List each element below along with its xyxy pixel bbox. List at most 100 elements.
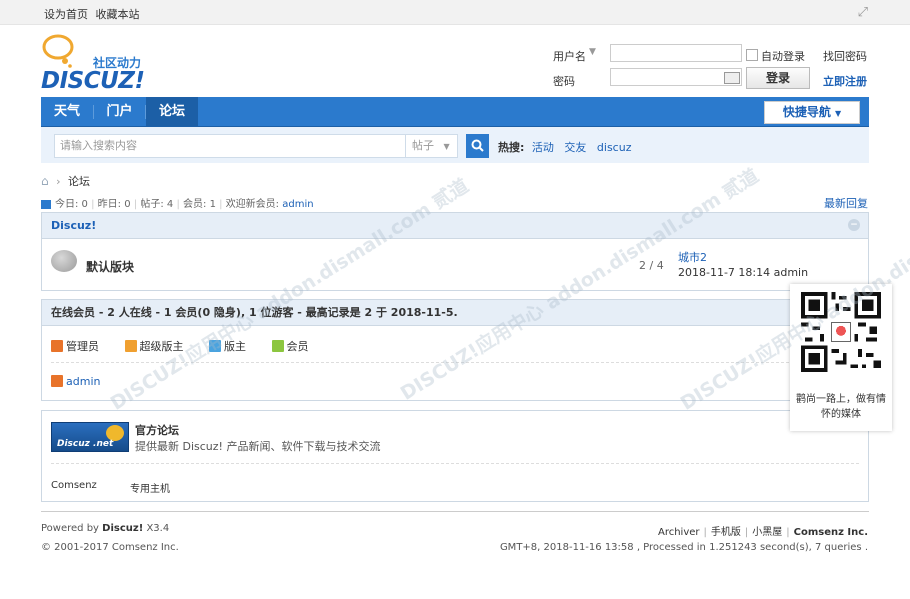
top-links: 设为首页 收藏本站 xyxy=(44,6,140,22)
nav-portal[interactable]: 门户 xyxy=(94,97,145,126)
hot-search: 热搜: 活动 交友 discuz xyxy=(498,139,638,155)
mobile-link[interactable]: 手机版 xyxy=(711,527,741,538)
forum-group: Discuz! − 默认版块 2 / 4 城市2 2018-11-7 18:14… xyxy=(41,212,869,291)
search-type-label: 帖子 xyxy=(412,139,434,152)
moderator-user-icon xyxy=(209,340,221,352)
online-summary: 在线会员 - 2 人在线 - 1 会员(0 隐身), 1 位游客 - 最高记录是… xyxy=(51,306,458,319)
breadcrumb-current[interactable]: 论坛 xyxy=(68,175,90,188)
online-header: 在线会员 - 2 人在线 - 1 会员(0 隐身), 1 位游客 - 最高记录是… xyxy=(42,300,868,326)
discuz-net-logo-text: Discuz .net xyxy=(57,439,114,449)
favorite-link[interactable]: 收藏本站 xyxy=(96,8,140,21)
partner-link-comsenz[interactable]: Comsenz xyxy=(51,480,97,491)
keyboard-icon[interactable] xyxy=(724,72,740,84)
last-post: 城市2 2018-11-7 18:14 admin xyxy=(678,250,808,280)
search-icon xyxy=(471,139,484,152)
forum-group-title[interactable]: Discuz! xyxy=(51,219,96,232)
super-moderator-user-icon xyxy=(124,340,137,352)
breadcrumb: ⌂ › 论坛 xyxy=(41,173,90,189)
footer-powered: Powered by Discuz! X3.4 xyxy=(41,523,169,534)
archiver-link[interactable]: Archiver xyxy=(658,527,700,538)
search-type-select[interactable]: 帖子 ▼ xyxy=(406,134,458,158)
fullscreen-icon[interactable]: ⤢ xyxy=(858,5,868,20)
search-input[interactable]: 请输入搜索内容 xyxy=(54,134,406,158)
site-logo[interactable]: 社区动力 DISCUZ! xyxy=(41,34,161,94)
auto-login-checkbox[interactable] xyxy=(746,49,758,61)
nav-forum[interactable]: 论坛 xyxy=(146,97,198,126)
forum-stats: 今日: 0 | 昨日: 0 | 帖子: 4 | 会员: 1 | 欢迎新会员: a… xyxy=(41,195,314,210)
qr-code-icon xyxy=(801,292,881,372)
powered-name[interactable]: Discuz! xyxy=(102,523,143,534)
forum-name-link[interactable]: 默认版块 xyxy=(86,258,134,275)
logo-bubble-icon xyxy=(42,34,74,68)
footer-divider xyxy=(41,511,869,512)
stat-members: 会员: 1 xyxy=(183,199,216,210)
divider xyxy=(51,463,859,464)
stat-posts: 帖子: 4 xyxy=(140,199,174,210)
password-input[interactable] xyxy=(610,68,742,86)
blacklist-link[interactable]: 小黑屋 xyxy=(752,527,782,538)
footer-copyright: © 2001-2017 Comsenz Inc. xyxy=(41,542,179,553)
online-members-box: 在线会员 - 2 人在线 - 1 会员(0 隐身), 1 位游客 - 最高记录是… xyxy=(41,299,869,401)
username-dropdown-icon[interactable]: ▼ xyxy=(589,47,596,57)
main-nav: 天气 门户 论坛 快捷导航 ▼ xyxy=(41,97,869,127)
collapse-icon[interactable]: − xyxy=(848,219,860,231)
stat-yesterday: 昨日: 0 xyxy=(97,199,131,210)
powered-prefix: Powered by xyxy=(41,523,99,534)
forum-group-header: Discuz! − xyxy=(42,213,868,239)
legend-label: 会员 xyxy=(286,340,309,353)
hot-word-link[interactable]: discuz xyxy=(597,141,632,154)
last-post-meta: 2018-11-7 18:14 admin xyxy=(678,266,809,279)
last-thread-link[interactable]: 城市2 xyxy=(678,251,707,264)
hot-word-link[interactable]: 活动 xyxy=(532,141,554,154)
stats-chart-icon xyxy=(41,199,51,209)
forum-bubble-icon xyxy=(51,250,77,272)
username-label: 用户名 xyxy=(553,50,586,63)
forum-counts: 2 / 4 xyxy=(639,259,664,272)
set-homepage-link[interactable]: 设为首页 xyxy=(44,8,88,21)
quick-nav-button[interactable]: 快捷导航 ▼ xyxy=(764,101,860,124)
search-bar: 请输入搜索内容 帖子 ▼ 热搜: 活动 交友 discuz xyxy=(41,127,869,163)
company-link[interactable]: Comsenz Inc. xyxy=(794,527,868,538)
login-form: 用户名 ▼ 自动登录 找回密码 密码 登录 立即注册 xyxy=(553,44,873,94)
register-link[interactable]: 立即注册 xyxy=(823,73,867,89)
logo-wordmark: DISCUZ! xyxy=(41,68,145,94)
member-user-icon xyxy=(271,340,284,352)
qr-code-panel[interactable]: 鹳尚一路上，做有情怀的媒体 xyxy=(790,284,892,431)
qr-caption: 鹳尚一路上，做有情怀的媒体 xyxy=(796,394,886,420)
footer-links: Archiver | 手机版 | 小黑屋 | Comsenz Inc. xyxy=(657,527,868,538)
official-forum-desc: 提供最新 Discuz! 产品新闻、软件下载与技术交流 xyxy=(135,440,381,453)
auto-login-label: 自动登录 xyxy=(761,50,805,63)
chevron-down-icon: ▼ xyxy=(443,142,450,151)
admin-user-icon xyxy=(51,340,63,352)
breadcrumb-separator-icon: › xyxy=(56,175,61,188)
friend-links-box: Discuz .net 官方论坛 提供最新 Discuz! 产品新闻、软件下载与… xyxy=(41,410,869,502)
chevron-down-icon: ▼ xyxy=(835,109,842,118)
legend-label: 版主 xyxy=(224,340,246,353)
divider xyxy=(51,362,859,363)
footer-timing: GMT+8, 2018-11-16 13:58 , Processed in 1… xyxy=(499,542,868,553)
admin-user-icon xyxy=(51,375,63,387)
legend-label: 管理员 xyxy=(66,340,99,353)
login-button[interactable]: 登录 xyxy=(746,67,810,89)
new-member-link[interactable]: admin xyxy=(282,199,313,210)
hot-word-link[interactable]: 交友 xyxy=(564,141,586,154)
member-legend: 管理员 超级版主 版主 会员 xyxy=(51,338,331,354)
search-button[interactable] xyxy=(466,134,489,158)
password-label: 密码 xyxy=(553,75,575,88)
nav-weather[interactable]: 天气 xyxy=(41,97,93,126)
discuz-net-logo[interactable]: Discuz .net xyxy=(51,422,129,452)
official-forum-link[interactable]: 官方论坛 xyxy=(135,422,179,438)
find-password-link[interactable]: 找回密码 xyxy=(823,48,867,64)
stat-today: 今日: 0 xyxy=(55,199,88,210)
latest-reply-link[interactable]: 最新回复 xyxy=(824,195,868,211)
top-bar: 设为首页 收藏本站 ⤢ xyxy=(0,0,910,25)
forum-row: 默认版块 2 / 4 城市2 2018-11-7 18:14 admin xyxy=(42,239,868,290)
powered-version: X3.4 xyxy=(146,523,170,534)
username-input[interactable] xyxy=(610,44,742,62)
online-member[interactable]: admin xyxy=(51,375,100,388)
home-icon[interactable]: ⌂ xyxy=(41,174,49,188)
online-member-name: admin xyxy=(66,375,101,388)
hot-search-label: 热搜: xyxy=(498,141,525,154)
quick-nav-label: 快捷导航 xyxy=(782,105,831,119)
partner-link-hosting[interactable]: 专用主机 xyxy=(130,480,170,495)
